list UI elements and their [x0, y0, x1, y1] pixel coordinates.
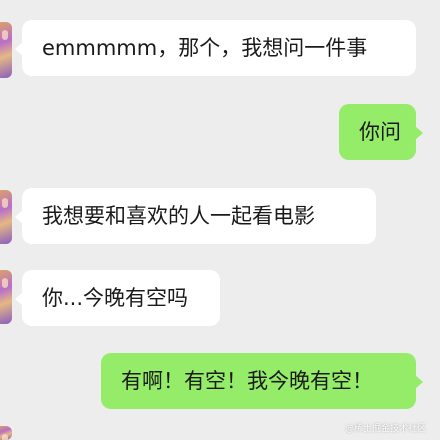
contact-avatar[interactable]	[0, 190, 12, 244]
message-text: 我想要和喜欢的人一起看电影	[42, 203, 315, 228]
incoming-message-bubble[interactable]: 你...今晚有空吗	[15, 270, 220, 326]
message-text: emmmmm，那个，我想问一件事	[42, 35, 368, 60]
watermark: @稀土掘金技术社区	[344, 424, 426, 434]
incoming-message-bubble[interactable]: 我想要和喜欢的人一起看电影	[15, 188, 376, 244]
message-text: 你问	[359, 119, 401, 144]
outgoing-message-bubble[interactable]: 你问	[339, 104, 423, 160]
contact-avatar[interactable]	[0, 270, 12, 324]
message-text: 有啊！有空！我今晚有空！	[121, 368, 373, 393]
incoming-message-bubble[interactable]: emmmmm，那个，我想问一件事	[15, 20, 416, 76]
contact-avatar[interactable]	[0, 426, 12, 440]
message-text: 你...今晚有空吗	[42, 285, 189, 310]
contact-avatar[interactable]	[0, 22, 12, 78]
outgoing-message-bubble[interactable]: 有啊！有空！我今晚有空！	[101, 353, 423, 409]
